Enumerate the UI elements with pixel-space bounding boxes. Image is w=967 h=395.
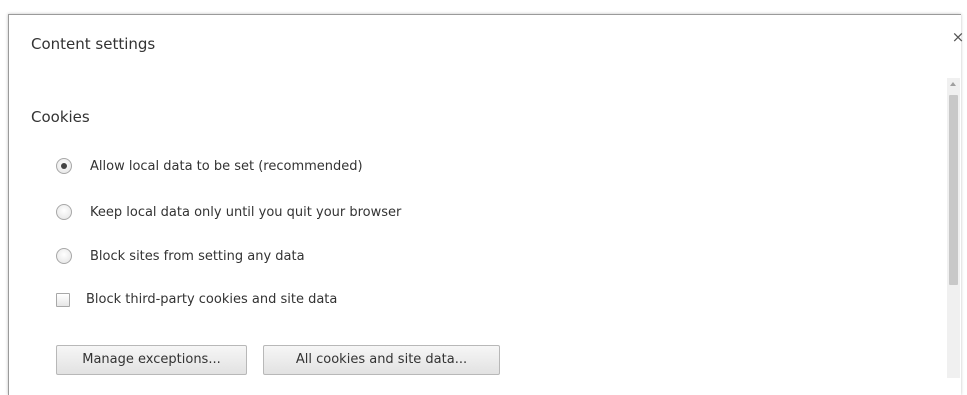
radio-keep-local-until-quit[interactable]: Keep local data only until you quit your… xyxy=(56,204,401,220)
radio-label: Block sites from setting any data xyxy=(90,248,305,264)
radio-allow-local-data[interactable]: Allow local data to be set (recommended) xyxy=(56,158,363,174)
radio-label: Allow local data to be set (recommended) xyxy=(90,158,363,174)
radio-label: Keep local data only until you quit your… xyxy=(90,204,402,220)
dialog-title: Content settings xyxy=(31,35,156,53)
radio-button[interactable] xyxy=(56,248,72,264)
section-title-cookies: Cookies xyxy=(31,108,90,126)
checkbox-label: Block third-party cookies and site data xyxy=(86,292,338,307)
manage-exceptions-button[interactable]: Manage exceptions... xyxy=(56,345,247,375)
close-icon[interactable]: × xyxy=(951,28,965,46)
vertical-scrollbar[interactable] xyxy=(947,78,960,378)
content-settings-dialog: Content settings × Cookies Allow local d… xyxy=(8,14,964,395)
scroll-thumb[interactable] xyxy=(949,95,958,285)
checkbox[interactable] xyxy=(56,292,70,307)
radio-button[interactable] xyxy=(56,204,72,220)
radio-block-sites[interactable]: Block sites from setting any data xyxy=(56,248,305,264)
checkbox-block-third-party[interactable]: Block third-party cookies and site data xyxy=(56,292,337,307)
all-cookies-button[interactable]: All cookies and site data... xyxy=(263,345,500,375)
radio-button-checked[interactable] xyxy=(56,158,72,174)
scroll-up-arrow-icon[interactable] xyxy=(950,82,956,86)
